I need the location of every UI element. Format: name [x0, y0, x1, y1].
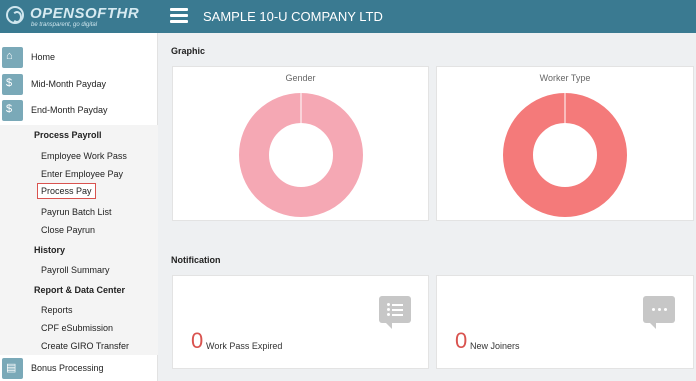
sidebar-item-label: End-Month Payday: [31, 105, 108, 115]
submenu-item-cpf-esubmission[interactable]: CPF eSubmission: [41, 323, 113, 333]
bonus-icon: ▤: [2, 358, 23, 379]
sidebar: ⌂ Home $ Mid-Month Payday $ End-Month Pa…: [0, 33, 158, 381]
logo-text: OPENSOFTHR: [30, 5, 140, 22]
sidebar-item-label: Mid-Month Payday: [31, 79, 107, 89]
list-message-icon: [379, 296, 411, 329]
sidebar-item-label: Bonus Processing: [31, 363, 104, 373]
sidebar-item-end-month-payday[interactable]: $ End-Month Payday: [0, 98, 158, 123]
submenu-item-payroll-summary[interactable]: Payroll Summary: [41, 265, 110, 275]
chat-dots-icon: [643, 296, 675, 329]
graphic-section-title: Graphic: [171, 46, 206, 56]
worker-type-chart-card: Worker Type: [436, 66, 694, 221]
payday-icon: $: [2, 74, 23, 95]
submenu-item-reports[interactable]: Reports: [41, 305, 73, 315]
submenu-item-employee-work-pass[interactable]: Employee Work Pass: [41, 151, 127, 161]
submenu-item-close-payrun[interactable]: Close Payrun: [41, 225, 95, 235]
worker-type-donut-chart: [503, 93, 627, 217]
submenu-heading-history[interactable]: History: [34, 245, 65, 255]
submenu-item-payrun-batch-list[interactable]: Payrun Batch List: [41, 207, 112, 217]
sidebar-item-home[interactable]: ⌂ Home: [0, 45, 158, 70]
new-joiners-label: New Joiners: [470, 341, 520, 351]
payday-icon: $: [2, 100, 23, 121]
app-logo[interactable]: OPENSOFTHR be transparent, go digital: [0, 0, 158, 33]
notification-section-title: Notification: [171, 255, 221, 265]
work-pass-expired-count: 0: [191, 328, 204, 353]
logo-mark-icon: [6, 6, 24, 24]
company-name: SAMPLE 10-U COMPANY LTD: [203, 9, 383, 24]
work-pass-expired-label: Work Pass Expired: [206, 341, 283, 351]
new-joiners-count: 0: [455, 328, 468, 353]
menu-toggle-icon[interactable]: [170, 8, 188, 24]
end-month-submenu: Process Payroll Employee Work Pass Enter…: [0, 125, 158, 355]
logo-tagline: be transparent, go digital: [31, 22, 98, 28]
submenu-item-process-pay[interactable]: Process Pay: [37, 183, 96, 199]
gender-chart-card: Gender: [172, 66, 429, 221]
submenu-heading-report-data-center[interactable]: Report & Data Center: [34, 285, 125, 295]
home-icon: ⌂: [2, 47, 23, 68]
submenu-item-create-giro-transfer[interactable]: Create GIRO Transfer: [41, 341, 129, 351]
top-bar: OPENSOFTHR be transparent, go digital SA…: [0, 0, 696, 33]
new-joiners-card[interactable]: 0 New Joiners: [436, 275, 694, 369]
work-pass-expired-card[interactable]: 0 Work Pass Expired: [172, 275, 429, 369]
submenu-heading-process-payroll[interactable]: Process Payroll: [34, 130, 102, 140]
sidebar-item-label: Home: [31, 52, 56, 62]
submenu-item-enter-employee-pay[interactable]: Enter Employee Pay: [41, 169, 123, 179]
sidebar-item-bonus-processing[interactable]: ▤ Bonus Processing: [0, 356, 158, 381]
gender-donut-chart: [239, 93, 363, 217]
sidebar-item-mid-month-payday[interactable]: $ Mid-Month Payday: [0, 72, 158, 97]
